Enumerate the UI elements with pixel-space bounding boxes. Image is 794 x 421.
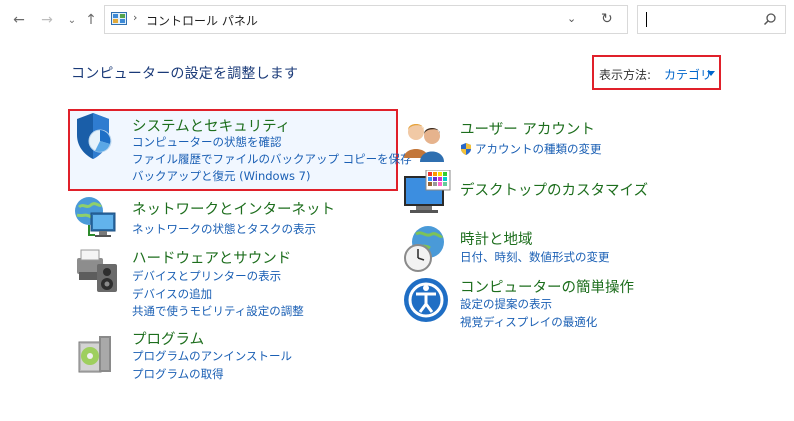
category-title[interactable]: ハードウェアとサウンド — [132, 247, 291, 268]
link-file-history-backup[interactable]: ファイル履歴でファイルのバックアップ コピーを保存 — [132, 151, 412, 167]
link-change-account-type[interactable]: アカウントの種類の変更 — [460, 141, 602, 157]
view-by-selector[interactable]: 表示方法: カテゴリ — [592, 55, 721, 90]
forward-arrow-icon[interactable]: → — [36, 9, 58, 31]
link-network-status[interactable]: ネットワークの状態とタスクの表示 — [132, 221, 316, 237]
category-title[interactable]: システムとセキュリティ — [132, 115, 290, 136]
link-add-device[interactable]: デバイスの追加 — [132, 286, 212, 302]
view-by-value[interactable]: カテゴリ — [664, 66, 712, 83]
link-get-programs[interactable]: プログラムの取得 — [132, 366, 224, 382]
category-title[interactable]: ユーザー アカウント — [460, 118, 595, 139]
link-date-time-format[interactable]: 日付、時刻、数値形式の変更 — [460, 249, 610, 265]
link-uninstall-program[interactable]: プログラムのアンインストール — [132, 348, 292, 364]
link-suggested-settings[interactable]: 設定の提案の表示 — [460, 296, 552, 312]
up-arrow-icon[interactable]: ↑ — [80, 9, 102, 31]
network-globe-icon — [75, 197, 116, 237]
category-title[interactable]: コンピューターの簡単操作 — [460, 276, 634, 297]
link-devices-printers[interactable]: デバイスとプリンターの表示 — [132, 268, 281, 284]
page-title: コンピューターの設定を調整します — [71, 66, 299, 82]
ease-of-access-icon — [404, 278, 448, 322]
search-icon[interactable] — [763, 12, 777, 26]
printer-speaker-icon — [77, 249, 117, 292]
link-optimize-display[interactable]: 視覚ディスプレイの最適化 — [460, 314, 597, 330]
users-icon — [404, 124, 444, 162]
dropdown-caret-icon[interactable] — [707, 71, 715, 76]
monitor-palette-icon — [404, 170, 451, 213]
globe-clock-icon — [404, 226, 444, 272]
uac-shield-icon — [461, 143, 471, 155]
link-mobility-settings[interactable]: 共通で使うモビリティ設定の調整 — [132, 303, 304, 319]
shield-pie-chart-icon — [77, 113, 112, 159]
view-by-label: 表示方法: — [599, 68, 652, 82]
category-title[interactable]: ネットワークとインターネット — [132, 198, 335, 219]
link-label[interactable]: アカウントの種類の変更 — [475, 142, 602, 156]
search-input[interactable] — [637, 5, 786, 34]
breadcrumb-separator: › — [133, 11, 138, 24]
category-title[interactable]: プログラム — [132, 328, 204, 349]
control-panel-icon — [111, 12, 127, 25]
category-title[interactable]: 時計と地域 — [460, 228, 533, 249]
refresh-icon[interactable]: ↻ — [601, 11, 619, 29]
breadcrumb-control-panel[interactable]: コントロール パネル — [146, 12, 258, 29]
text-cursor — [646, 12, 647, 27]
address-bar[interactable]: › コントロール パネル ⌄ ↻ — [104, 5, 628, 34]
link-backup-restore[interactable]: バックアップと復元 (Windows 7) — [132, 168, 310, 184]
category-title[interactable]: デスクトップのカスタマイズ — [460, 179, 648, 200]
navigation-bar: ← → ⌄ ↑ › コントロール パネル ⌄ ↻ — [0, 0, 794, 40]
back-arrow-icon[interactable]: ← — [8, 9, 30, 31]
link-check-computer-status[interactable]: コンピューターの状態を確認 — [132, 134, 282, 150]
programs-disc-box-icon — [78, 336, 111, 373]
address-dropdown-icon[interactable]: ⌄ — [567, 12, 583, 28]
